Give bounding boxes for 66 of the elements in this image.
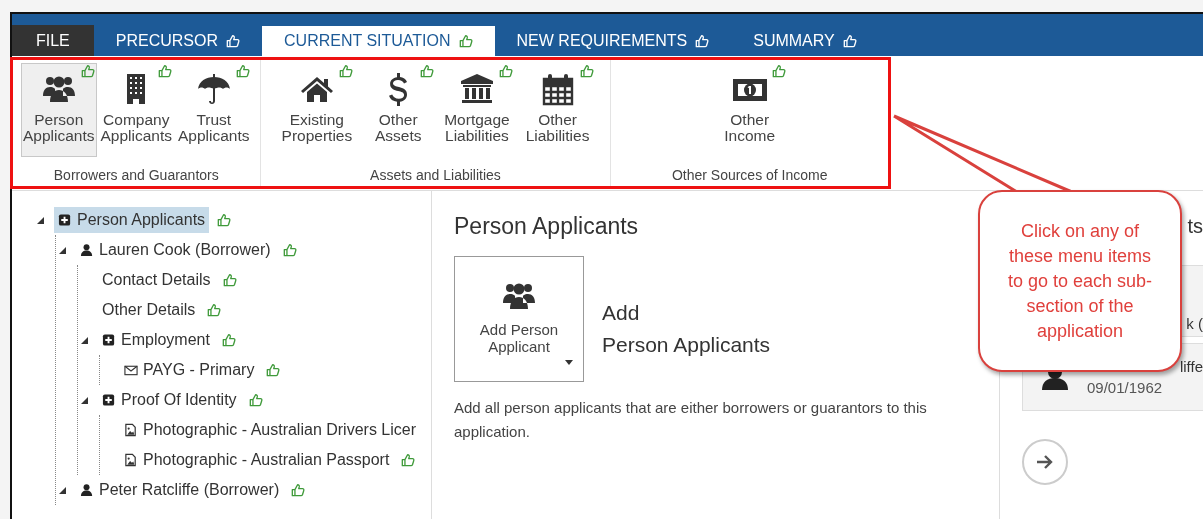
tree-item-label[interactable]: Peter Ratcliffe (Borrower) [99,481,280,499]
thumbs-up-icon [158,64,173,78]
thumbs-up-icon [226,34,241,48]
applicant-name: k ( [1186,315,1203,332]
ribbon-item[interactable]: Other Liabilities [518,63,597,157]
expanded-triangle-icon[interactable] [79,335,89,345]
tree-item-label[interactable]: Other Details [102,301,196,319]
arrow-right-icon [1036,454,1054,470]
thumbs-up-icon [771,64,786,78]
description-text: Add all person applicants that are either borrowers or guarantors to this application. [454,398,928,442]
tab[interactable]: PRECURSOR [93,26,263,56]
panel-heading: ts [1187,214,1203,239]
ribbon-item[interactable]: Person Applicants [21,63,97,157]
callout-text: Click on any of these menu items to go to each sub-section of the application [1006,219,1154,343]
ribbon-item[interactable]: Existing Properties [274,63,360,157]
expanded-triangle-icon[interactable] [35,215,45,225]
tree-item-label[interactable]: Photographic - Australian Drivers Licer [143,421,416,439]
plus-square-icon [58,213,72,227]
tab[interactable]: CURRENT SITUATION [262,26,495,56]
ribbon-item[interactable]: Mortgage Liabilities [437,63,517,157]
tree-item-label[interactable]: Proof Of Identity [121,391,237,409]
tree-item-label[interactable]: Employment [121,331,210,349]
bank-icon [458,72,495,106]
menu-tab[interactable]: FILE [12,25,94,56]
tab[interactable]: SUMMARY [731,26,879,56]
group-label: Borrowers and Guarantors [52,166,220,185]
thumbs-up-icon [498,64,513,78]
thumbs-up-icon [579,64,594,78]
ribbon-item[interactable]: Other Assets [361,63,436,157]
ribbon-item[interactable]: Company Applicants [98,63,175,157]
image-file-icon [124,423,138,437]
expanded-triangle-icon[interactable] [57,485,67,495]
tab[interactable]: NEW REQUIREMENTS [494,26,732,56]
birth-date: 09/01/1962 [1087,379,1164,396]
envelope-icon [124,363,138,377]
ribbon-item[interactable]: Other Income [717,63,782,157]
thumbs-up-icon [695,34,710,48]
tree-item-label[interactable]: Contact Details [102,271,211,289]
ribbon-item[interactable]: Trust Applicants [176,63,252,157]
umbrella-icon [195,72,232,106]
plus-square-icon [102,333,116,347]
thumbs-up-icon [420,64,435,78]
section-title: Person Applicants [454,213,640,240]
thumbs-up-icon [458,34,473,48]
thumbs-up-icon [338,64,353,78]
next-button[interactable] [1022,439,1068,485]
tree-item-label[interactable]: Person Applicants [77,211,206,229]
image-file-icon [124,453,138,467]
expanded-triangle-icon[interactable] [79,395,89,405]
add-heading-line: Person Applicants [602,332,771,358]
plus-square-icon [102,393,116,407]
thumbs-up-icon [235,64,250,78]
thumbs-up-icon [842,34,857,48]
add-applicant-button[interactable]: Add Person Applicant [454,256,584,382]
thumbs-up-icon [80,64,95,78]
tree-item-label[interactable]: Photographic - Australian Passport [143,451,390,469]
group-label: Assets and Liabilities [369,166,502,185]
user-icon [80,243,94,257]
tree-item-label[interactable]: Lauren Cook (Borrower) [99,241,271,259]
caret-icon [565,360,573,365]
tree-item-label[interactable]: PAYG - Primary [143,361,255,379]
add-heading-line: Add [602,300,641,326]
applicant-name: liffe [1179,358,1203,375]
group-label: Other Sources of Income [670,166,829,185]
expanded-triangle-icon[interactable] [57,245,67,255]
user-icon [80,483,94,497]
